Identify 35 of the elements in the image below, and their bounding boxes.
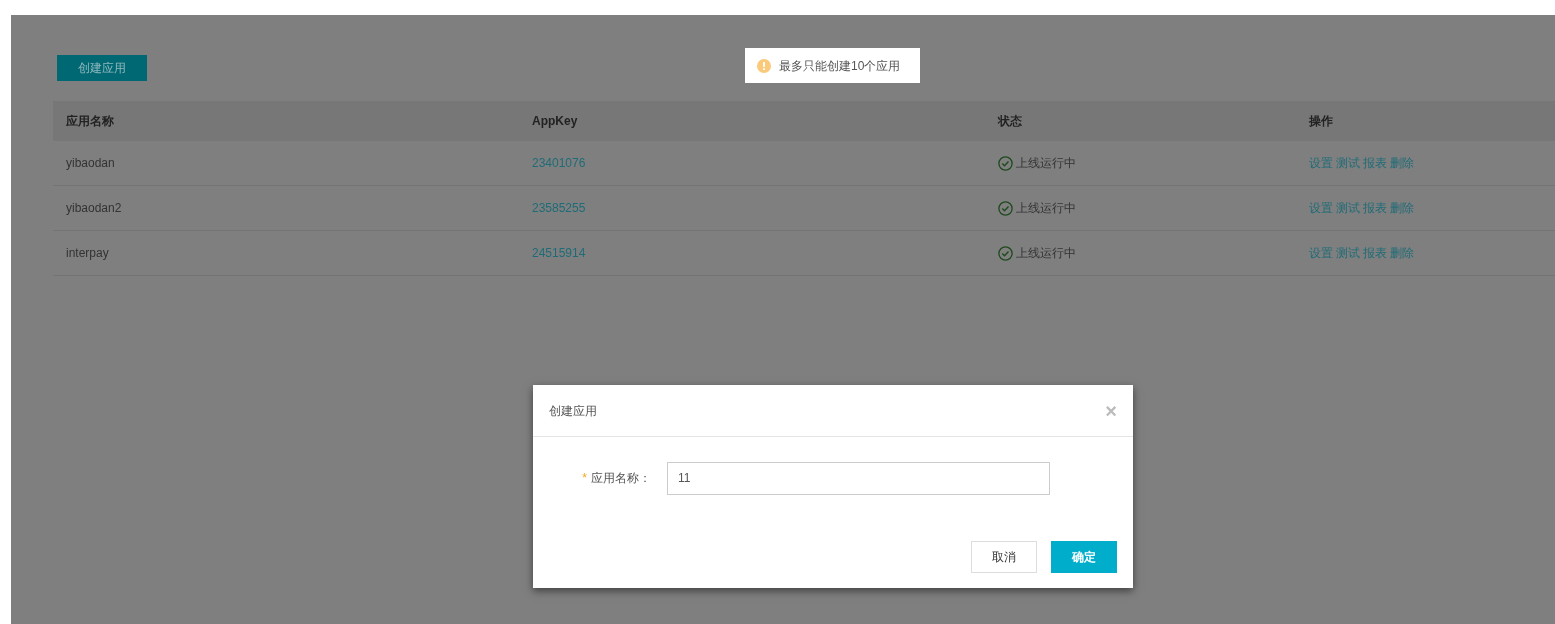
action-link[interactable]: 报表	[1363, 154, 1387, 172]
app-name-input[interactable]: 11	[667, 461, 1050, 495]
action-link[interactable]: 删除	[1390, 244, 1414, 262]
toast-message: 最多只能创建10个应用	[779, 57, 901, 75]
appkey-link[interactable]: 24515914	[532, 246, 586, 260]
field-label: 应用名称：	[591, 471, 651, 485]
dialog-title: 创建应用	[549, 402, 597, 420]
action-link[interactable]: 设置	[1309, 199, 1333, 217]
create-app-button[interactable]: 创建应用	[57, 55, 147, 81]
required-mark: *	[582, 471, 587, 485]
column-header: 状态	[998, 113, 1023, 130]
check-circle-icon	[998, 200, 1013, 216]
warning-icon	[757, 58, 771, 73]
column-header: 操作	[1309, 113, 1334, 130]
action-link[interactable]: 报表	[1363, 244, 1387, 262]
table-cell-text: interpay	[66, 245, 110, 262]
action-link[interactable]: 测试	[1336, 154, 1360, 172]
action-link[interactable]: 设置	[1309, 244, 1333, 262]
appkey-link[interactable]: 23585255	[532, 201, 586, 215]
action-link[interactable]: 设置	[1309, 154, 1333, 172]
confirm-button[interactable]: 确定	[1051, 541, 1117, 573]
column-header: AppKey	[532, 113, 579, 130]
table-cell-text: yibaodan2	[66, 200, 123, 217]
action-link[interactable]: 测试	[1336, 199, 1360, 217]
check-circle-icon	[998, 245, 1013, 261]
check-circle-icon	[998, 155, 1013, 171]
action-link[interactable]: 测试	[1336, 244, 1360, 262]
cancel-button[interactable]: 取消	[971, 541, 1037, 573]
column-header: 应用名称	[66, 113, 115, 130]
appkey-link[interactable]: 23401076	[532, 156, 586, 170]
action-link[interactable]: 报表	[1363, 199, 1387, 217]
close-button[interactable]: ×	[1105, 395, 1117, 426]
action-link[interactable]: 删除	[1390, 199, 1414, 217]
action-link[interactable]: 删除	[1390, 154, 1414, 172]
table-cell-text: yibaodan	[66, 155, 116, 172]
